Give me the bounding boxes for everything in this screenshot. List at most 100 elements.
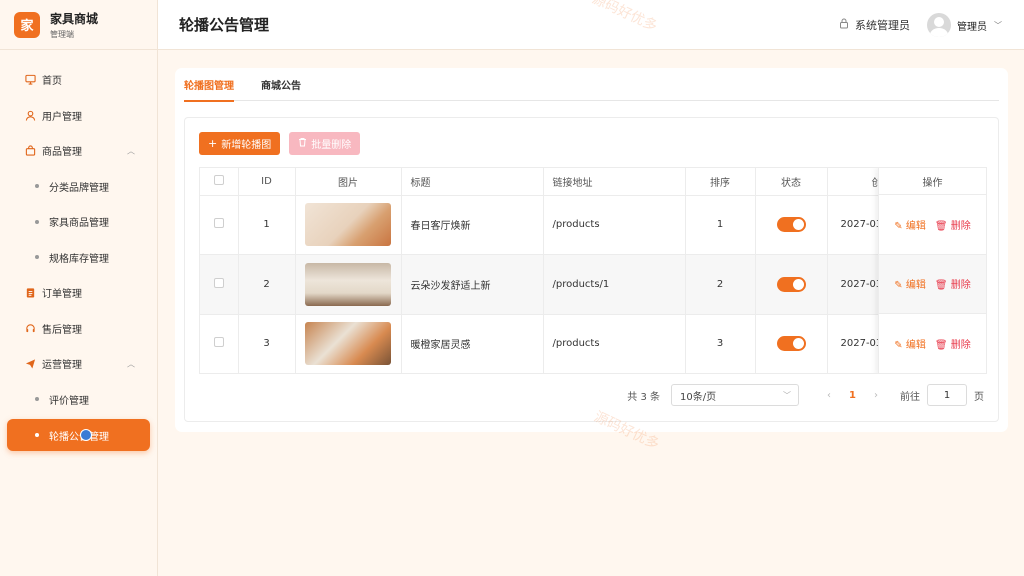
edit-button[interactable]: ✎ 编辑 (894, 217, 926, 232)
clipboard-icon (23, 287, 37, 298)
tab-carousel[interactable]: 轮播图管理 (184, 68, 234, 102)
sidebar-item-furniture-products[interactable]: 家具商品管理 (0, 204, 157, 240)
monitor-icon (23, 74, 37, 85)
column-header: 图片 (295, 168, 402, 196)
trash-icon (298, 137, 307, 150)
user-name[interactable]: 管理员 (957, 18, 987, 33)
cell-title: 春日客厅焕新 (401, 195, 544, 255)
table-row: 3 暖橙家居灵感 /products 3 2027-03 (200, 314, 986, 373)
sidebar-item-after-sales[interactable]: 售后管理 (0, 311, 157, 347)
edit-label: 编辑 (905, 280, 926, 292)
sidebar-item-label: 商品管理 (42, 147, 82, 159)
cell-sort: 1 (685, 195, 756, 255)
row-checkbox[interactable] (213, 277, 224, 288)
cell-link: /products/1 (543, 254, 686, 315)
sidebar-item-orders[interactable]: 订单管理 (0, 275, 157, 311)
operations-row: ✎ 编辑 🗑 删除 (879, 254, 986, 314)
bullet-icon (35, 397, 39, 402)
next-page-button[interactable]: › (874, 390, 878, 401)
sidebar-item-label: 订单管理 (42, 289, 82, 301)
page-size-select[interactable]: 10条/页 ﹀ (671, 384, 800, 406)
tab-announcements[interactable]: 商城公告 (261, 68, 301, 101)
sidebar-item-category-brand[interactable]: 分类品牌管理 (0, 169, 157, 205)
bag-icon (23, 145, 37, 156)
cell-id: 1 (238, 195, 296, 255)
sidebar-item-products[interactable]: 商品管理 ︿ (0, 133, 157, 169)
select-all-checkbox[interactable] (213, 174, 224, 185)
carousel-panel: + 新增轮播图 批量删除 ID 图片 标题 链接地址 排序 状态 创 1 春日客… (184, 117, 999, 422)
edit-label: 编辑 (905, 339, 926, 351)
prev-page-button[interactable]: ‹ (827, 390, 831, 401)
avatar[interactable] (927, 13, 951, 37)
plus-icon: + (208, 137, 218, 150)
edit-label: 编辑 (905, 220, 926, 232)
goto-page-input[interactable]: 1 (927, 384, 967, 406)
sidebar-item-operations[interactable]: 运营管理 ︿ (0, 346, 157, 382)
table-row: 1 春日客厅焕新 /products 1 2027-03 (200, 195, 986, 255)
sidebar-item-label: 轮播公告管理 (49, 431, 109, 443)
cell-id: 2 (238, 254, 296, 315)
carousel-image (305, 322, 391, 366)
sidebar-item-label: 评价管理 (49, 395, 89, 407)
role-label: 系统管理员 (855, 19, 910, 32)
send-icon (23, 358, 37, 369)
bullet-icon (35, 433, 39, 437)
row-checkbox[interactable] (213, 337, 224, 348)
add-carousel-button[interactable]: + 新增轮播图 (199, 132, 281, 155)
carousel-table: ID 图片 标题 链接地址 排序 状态 创 1 春日客厅焕新 /products… (199, 167, 987, 374)
edit-button[interactable]: ✎ 编辑 (894, 276, 926, 291)
sidebar-item-carousel-announcements[interactable]: 轮播公告管理 (7, 419, 150, 451)
status-toggle[interactable] (776, 336, 806, 352)
status-toggle[interactable] (776, 276, 806, 292)
sidebar-item-label: 家具商品管理 (49, 218, 109, 230)
sidebar: 家 家具商城 管理端 首页 用户管理 商品管理 ︿ 分类品牌管理 家具商品管理 … (0, 0, 158, 576)
column-header: 标题 (401, 168, 544, 196)
edit-button[interactable]: ✎ 编辑 (894, 336, 926, 351)
batch-delete-label: 批量删除 (311, 140, 352, 151)
sidebar-item-home[interactable]: 首页 (0, 62, 157, 98)
delete-button[interactable]: 🗑 删除 (935, 276, 971, 291)
cursor-indicator (80, 429, 92, 441)
cell-link: /products (543, 195, 686, 255)
cell-sort: 2 (685, 254, 756, 315)
sidebar-item-label: 运营管理 (42, 360, 82, 372)
goto-label: 前往 (900, 391, 920, 403)
column-header: 操作 (879, 168, 986, 195)
chevron-up-icon: ︿ (127, 146, 135, 156)
sidebar-item-label: 规格库存管理 (49, 253, 109, 265)
brand-subtitle: 管理端 (50, 29, 74, 39)
batch-delete-button[interactable]: 批量删除 (289, 132, 361, 155)
add-carousel-label: 新增轮播图 (221, 140, 272, 151)
page-number-current[interactable]: 1 (849, 390, 856, 401)
column-header: ID (238, 168, 296, 196)
delete-label: 删除 (950, 339, 971, 351)
bullet-icon (35, 255, 39, 260)
delete-button[interactable]: 🗑 删除 (935, 336, 971, 351)
column-header: 链接地址 (543, 168, 686, 196)
sidebar-item-spec-stock[interactable]: 规格库存管理 (0, 240, 157, 276)
sidebar-item-users[interactable]: 用户管理 (0, 98, 157, 134)
operations-column: 操作 ✎ 编辑 🗑 删除 ✎ 编辑 🗑 删除 ✎ 编辑 🗑 删除 (878, 168, 986, 373)
total-count: 共 3 条 (627, 391, 661, 403)
sidebar-item-label: 分类品牌管理 (49, 182, 109, 194)
cell-link: /products (543, 314, 686, 373)
page-title: 轮播公告管理 (179, 16, 270, 34)
delete-button[interactable]: 🗑 删除 (935, 217, 971, 232)
cell-title: 暖橙家居灵感 (401, 314, 544, 373)
cell-sort: 3 (685, 314, 756, 373)
chevron-down-icon[interactable]: ﹀ (994, 20, 1002, 31)
cell-id: 3 (238, 314, 296, 373)
tab-bar: 轮播图管理 商城公告 (184, 68, 999, 102)
pagination: 共 3 条 10条/页 ﹀ ‹ 1 › 前往 1 页 (627, 384, 984, 406)
top-header: 轮播公告管理 系统管理员 管理员 ﹀ (158, 0, 1024, 50)
sidebar-item-label: 售后管理 (42, 324, 82, 336)
chevron-down-icon: ﹀ (783, 390, 792, 400)
brand: 家 家具商城 管理端 (0, 0, 157, 50)
page-unit-label: 页 (974, 391, 984, 403)
user-icon (23, 110, 37, 121)
status-toggle[interactable] (776, 217, 806, 233)
delete-label: 删除 (950, 220, 971, 232)
row-checkbox[interactable] (213, 218, 224, 229)
carousel-image (305, 203, 391, 247)
sidebar-item-reviews[interactable]: 评价管理 (0, 382, 157, 418)
